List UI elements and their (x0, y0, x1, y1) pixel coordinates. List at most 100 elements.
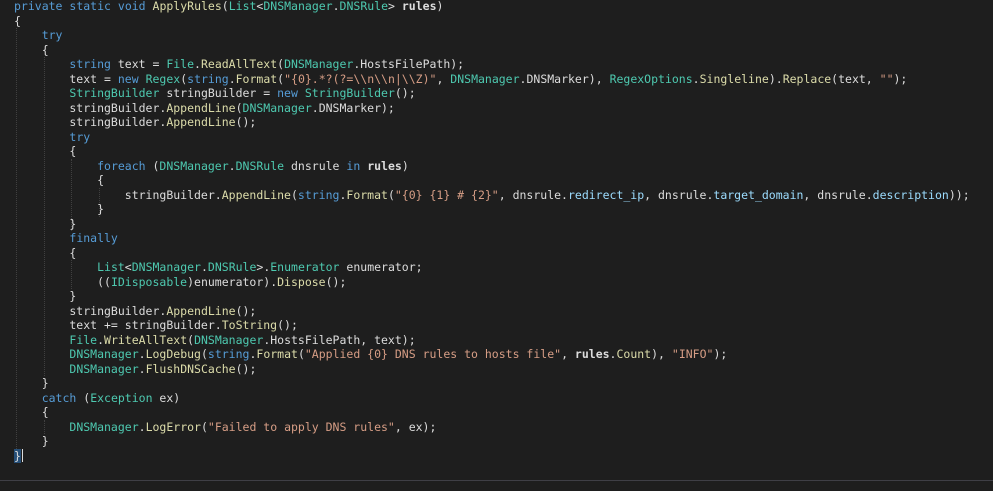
code-token: StringBuilder (304, 86, 395, 100)
code-token: . (228, 158, 236, 173)
code-token: ( (387, 187, 395, 202)
code-line[interactable]: { (14, 43, 970, 58)
code-line[interactable]: finally (14, 231, 970, 246)
code-line[interactable]: try (14, 130, 970, 145)
code-token: description (872, 187, 949, 202)
code-token: File (69, 332, 98, 347)
code-token: . (228, 71, 236, 86)
code-line[interactable]: { (14, 173, 970, 188)
code-token: ), (651, 347, 672, 361)
code-token: Count (616, 347, 652, 361)
code-token: (); (235, 115, 257, 129)
code-line[interactable]: DNSManager.FlushDNSCache(); (14, 362, 970, 377)
code-token: Format (235, 71, 278, 86)
code-line[interactable]: stringBuilder.AppendLine(string.Format("… (14, 188, 970, 203)
code-token: new (117, 71, 139, 86)
code-token: List (97, 260, 125, 274)
code-line[interactable]: { (14, 246, 970, 261)
code-token: } (14, 216, 77, 231)
code-line[interactable]: stringBuilder.AppendLine(DNSManager.DNSM… (14, 101, 970, 116)
code-line[interactable]: StringBuilder stringBuilder = new String… (14, 86, 970, 101)
code-token: , dnsrule. (498, 187, 568, 202)
code-line[interactable]: catch (Exception ex) (14, 391, 970, 406)
code-token: AppendLine (166, 303, 236, 318)
code-token: (); (277, 318, 298, 332)
code-token: redirect_ip (567, 187, 645, 202)
code-line[interactable]: private static void ApplyRules(List<DNSM… (14, 0, 970, 14)
code-token: DNSManager (131, 260, 201, 274)
code-token: DNSManager (69, 361, 139, 376)
code-token: { (14, 245, 77, 260)
code-token: "{0} {1} # {2}" (394, 187, 499, 202)
code-token: AppendLine (166, 115, 236, 129)
code-token: .DNSMarker); (311, 100, 395, 115)
code-token: stringBuilder. (14, 187, 222, 202)
code-token: stringBuilder. (14, 100, 167, 115)
code-line[interactable]: } (14, 448, 970, 464)
code-line[interactable]: } (14, 434, 970, 449)
code-line[interactable]: stringBuilder.AppendLine(); (14, 304, 970, 319)
code-line[interactable]: { (14, 144, 970, 159)
code-token: IDisposable (110, 274, 188, 289)
code-token: { (14, 405, 49, 419)
code-token: private (14, 0, 63, 13)
code-token: stringBuilder = (159, 86, 278, 100)
code-line[interactable]: string text = File.ReadAllText(DNSManage… (14, 57, 970, 72)
code-token: (( (14, 274, 111, 289)
code-line[interactable]: stringBuilder.AppendLine(); (14, 115, 970, 130)
code-line[interactable]: { (14, 405, 970, 420)
code-line[interactable]: } (14, 202, 970, 217)
code-token: } (14, 434, 49, 448)
code-line[interactable]: text = new Regex(string.Format("{0}.*?(?… (14, 72, 970, 87)
code-token: DNSManager (69, 347, 139, 361)
code-token: ). (768, 71, 783, 86)
code-token: DNSManager (242, 100, 312, 115)
code-token: . (200, 260, 208, 274)
code-editor[interactable]: private static void ApplyRules(List<DNSM… (0, 0, 993, 491)
code-token: RegexOptions (609, 71, 693, 86)
code-line[interactable]: { (14, 14, 970, 29)
code-token: "Applied {0} DNS rules to hosts file" (304, 347, 562, 361)
code-line[interactable]: } (14, 289, 970, 304)
code-token: } (14, 448, 21, 463)
code-token: . (692, 71, 700, 86)
code-line[interactable]: } (14, 376, 970, 391)
code-token: ( (200, 347, 208, 361)
code-token: ) (436, 0, 444, 13)
code-token: DNSRule (235, 158, 285, 173)
code-token: DNSManager (450, 71, 520, 86)
code-token: DNSManager (194, 332, 264, 347)
code-line[interactable]: text += stringBuilder.ToString(); (14, 318, 970, 333)
code-token: ApplyRules (152, 0, 222, 13)
code-token: string (207, 347, 250, 361)
code-token: foreach (97, 158, 146, 173)
code-token: List (228, 0, 257, 13)
code-token: , ex); (394, 419, 437, 434)
code-token: { (14, 13, 21, 28)
code-line[interactable]: File.WriteAllText(DNSManager.HostsFilePa… (14, 333, 970, 348)
code-token: (text, (831, 71, 880, 86)
code-line[interactable]: DNSManager.LogError("Failed to apply DNS… (14, 420, 970, 435)
code-token: > (388, 0, 402, 13)
code-token: Format (346, 187, 388, 202)
code-line[interactable]: List<DNSManager.DNSRule>.Enumerator enum… (14, 260, 970, 275)
code-token: static (69, 0, 111, 13)
code-line[interactable]: try (14, 28, 970, 43)
code-token: ( (297, 347, 305, 361)
code-token: finally (69, 231, 118, 245)
code-token: rules (401, 0, 437, 13)
code-token: (); (325, 274, 347, 289)
code-token: ( (221, 0, 229, 13)
code-token: (); (394, 86, 416, 100)
code-area[interactable]: private static void ApplyRules(List<DNSM… (14, 0, 970, 463)
code-token: LogError (145, 419, 201, 434)
code-line[interactable]: foreach (DNSManager.DNSRule dnsrule in r… (14, 159, 970, 174)
code-token: (); (235, 303, 257, 318)
code-line[interactable]: } (14, 217, 970, 232)
code-line[interactable]: DNSManager.LogDebug(string.Format("Appli… (14, 347, 970, 362)
code-line[interactable]: ((IDisposable)enumerator).Dispose(); (14, 275, 970, 290)
code-token: , dnsrule. (803, 187, 873, 202)
